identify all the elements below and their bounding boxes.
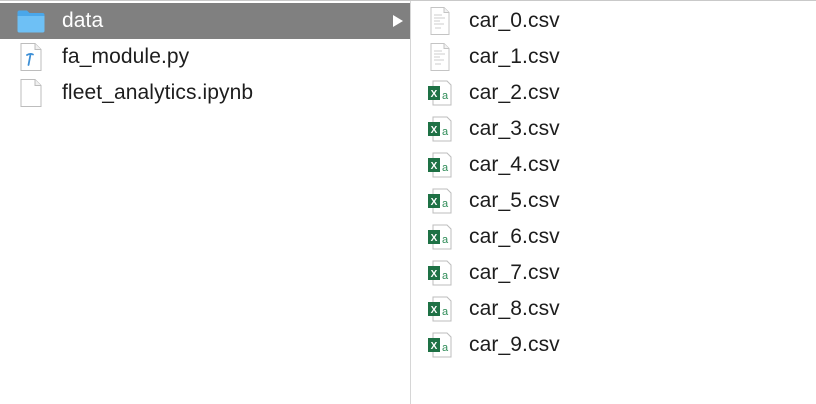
folder-name: data (62, 9, 104, 32)
svg-text:a: a (442, 126, 449, 138)
file-name: car_1.csv (469, 45, 560, 68)
excel-csv-icon: X a (428, 152, 452, 178)
file-row-car-8[interactable]: X a car_8.csv (411, 291, 816, 327)
file-name: car_6.csv (469, 225, 560, 248)
svg-text:a: a (442, 162, 449, 174)
file-row-car-4[interactable]: X a car_4.csv (411, 147, 816, 183)
left-column[interactable]: data fa_module.py fleet_analytics.ipynb (0, 1, 411, 404)
generic-document-icon (430, 7, 450, 35)
excel-csv-icon: X a (428, 296, 452, 322)
svg-text:a: a (442, 306, 449, 318)
svg-text:X: X (431, 161, 438, 172)
file-name: car_8.csv (469, 297, 560, 320)
file-name: car_3.csv (469, 117, 560, 140)
right-column[interactable]: car_0.csv car_1.csv X a car_2.csv X a ca… (411, 1, 816, 404)
svg-text:a: a (442, 234, 449, 246)
file-name: car_2.csv (469, 81, 560, 104)
file-row-car-9[interactable]: X a car_9.csv (411, 327, 816, 363)
excel-csv-icon: X a (428, 80, 452, 106)
folder-icon (17, 10, 45, 33)
disclosure-triangle-icon (393, 15, 403, 27)
excel-csv-icon: X a (428, 188, 452, 214)
file-row-fa-module[interactable]: fa_module.py (0, 39, 410, 75)
file-name: car_0.csv (469, 9, 560, 32)
file-name: car_7.csv (469, 261, 560, 284)
file-name: car_5.csv (469, 189, 560, 212)
python-file-icon (20, 43, 42, 71)
file-row-car-1[interactable]: car_1.csv (411, 39, 816, 75)
blank-document-icon (20, 79, 42, 107)
file-name: car_4.csv (469, 153, 560, 176)
svg-text:X: X (431, 305, 438, 316)
svg-text:X: X (431, 197, 438, 208)
svg-text:a: a (442, 90, 449, 102)
excel-csv-icon: X a (428, 332, 452, 358)
excel-csv-icon: X a (428, 116, 452, 142)
svg-text:X: X (431, 233, 438, 244)
excel-csv-icon: X a (428, 224, 452, 250)
file-row-car-7[interactable]: X a car_7.csv (411, 255, 816, 291)
svg-text:a: a (442, 270, 449, 282)
svg-text:X: X (431, 269, 438, 280)
svg-text:a: a (442, 198, 449, 210)
file-row-car-3[interactable]: X a car_3.csv (411, 111, 816, 147)
file-row-car-6[interactable]: X a car_6.csv (411, 219, 816, 255)
file-row-car-5[interactable]: X a car_5.csv (411, 183, 816, 219)
generic-document-icon (430, 43, 450, 71)
file-row-car-2[interactable]: X a car_2.csv (411, 75, 816, 111)
file-name: fleet_analytics.ipynb (62, 81, 254, 104)
svg-text:X: X (431, 125, 438, 136)
svg-text:a: a (442, 342, 449, 354)
excel-csv-icon: X a (428, 260, 452, 286)
file-name: fa_module.py (62, 45, 190, 68)
folder-row-data[interactable]: data (0, 3, 410, 39)
svg-text:X: X (431, 341, 438, 352)
file-row-fleet-analytics[interactable]: fleet_analytics.ipynb (0, 75, 410, 111)
svg-text:X: X (431, 89, 438, 100)
file-name: car_9.csv (469, 333, 560, 356)
finder-column-view: data fa_module.py fleet_analytics.ipynb (0, 0, 816, 404)
file-row-car-0[interactable]: car_0.csv (411, 3, 816, 39)
